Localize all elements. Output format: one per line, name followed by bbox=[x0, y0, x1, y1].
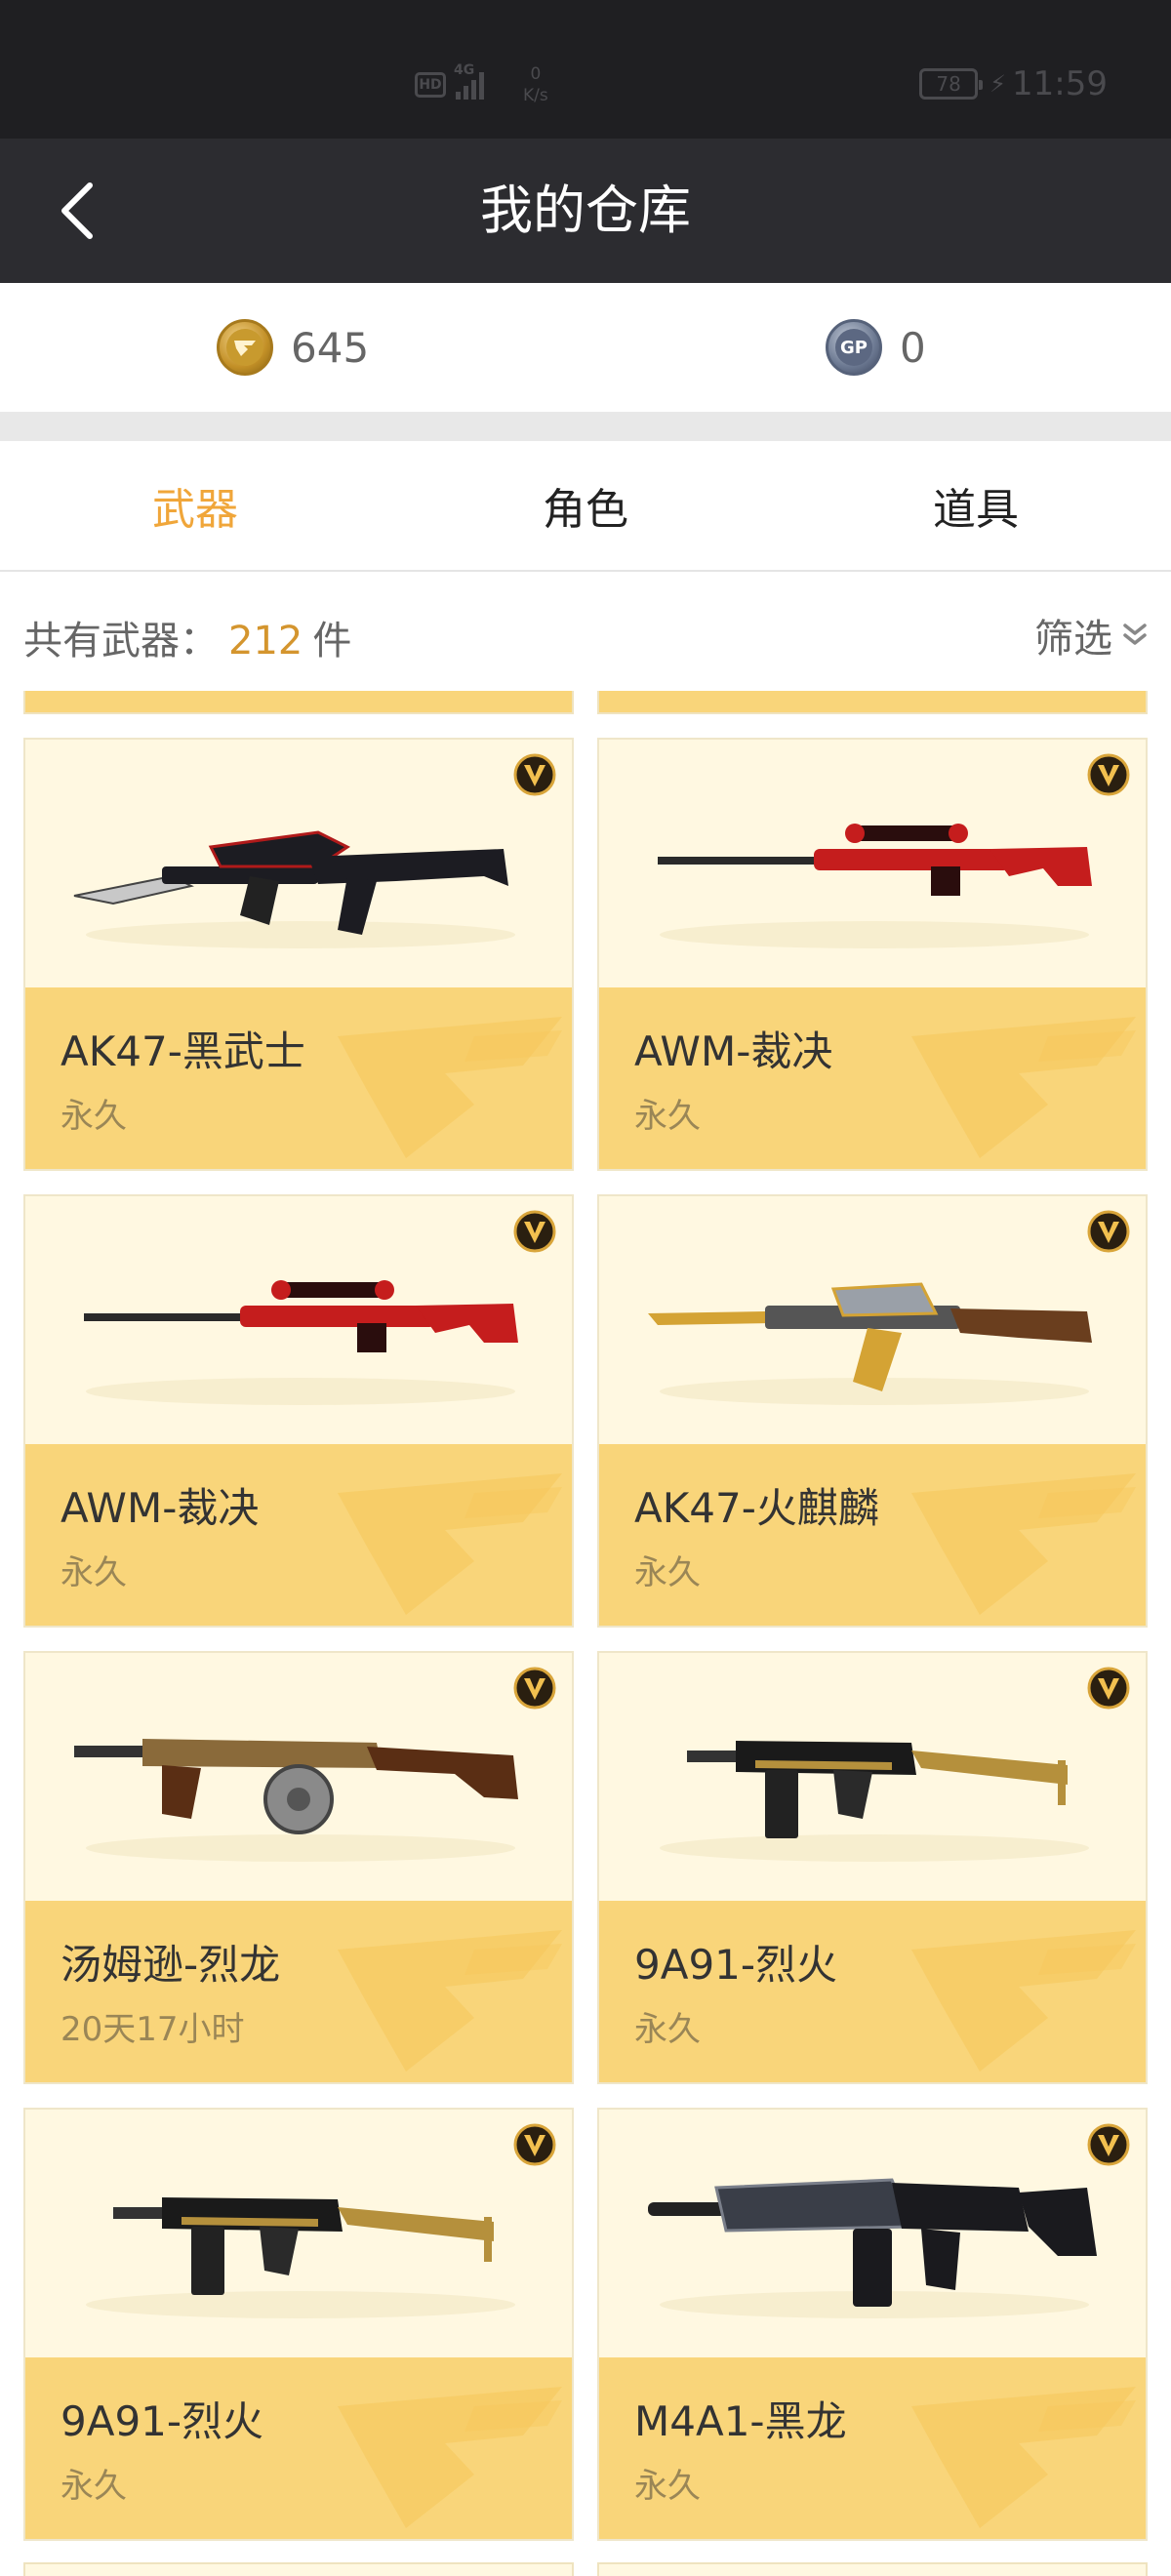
signal-icon: 4G bbox=[454, 62, 484, 100]
network-indicators: HD 4G 0 K/s bbox=[415, 60, 548, 109]
weapon-duration: 20天17小时 bbox=[61, 2010, 245, 2049]
gp-coin-value: 0 bbox=[900, 323, 926, 372]
weapon-image bbox=[84, 1280, 518, 1405]
weapon-duration: 永久 bbox=[61, 1553, 127, 1592]
weapon-card[interactable]: AK47-黑武士 永久 bbox=[23, 738, 574, 1171]
tab-weapons[interactable]: 武器 bbox=[0, 441, 390, 570]
weapon-count-number: 212 bbox=[228, 619, 303, 664]
weapon-info: AWM-裁决 永久 bbox=[25, 1444, 572, 1626]
nav-bar: 我的仓库 bbox=[0, 139, 1171, 283]
section-divider bbox=[0, 412, 1171, 441]
vip-badge-icon bbox=[1087, 1667, 1130, 1710]
weapon-name: AWM-裁决 bbox=[61, 1484, 260, 1532]
cf-watermark-icon bbox=[911, 1017, 1136, 1158]
weapon-card[interactable]: AK47-火麒麟 永久 bbox=[597, 1194, 1148, 1628]
weapon-info: AK47-黑武士 永久 bbox=[25, 987, 572, 1169]
currency-row: 645 GP 0 bbox=[0, 283, 1171, 412]
weapon-image-area bbox=[599, 2110, 1146, 2357]
weapon-image bbox=[648, 2178, 1097, 2318]
summary-row: 共有武器： 212 件 筛选 bbox=[0, 574, 1171, 691]
cf-watermark-icon bbox=[911, 1473, 1136, 1615]
filter-button[interactable]: 筛选 bbox=[1034, 607, 1150, 664]
battery-icon: 78 bbox=[919, 68, 984, 100]
weapon-image-area bbox=[25, 1653, 572, 1901]
weapon-image-area bbox=[25, 1196, 572, 1444]
vip-badge-icon bbox=[513, 1210, 556, 1253]
weapon-info: 汤姆逊-烈龙 20天17小时 bbox=[25, 1901, 572, 2082]
cf-watermark-icon bbox=[338, 1017, 562, 1158]
weapon-info: 9A91-烈火 永久 bbox=[25, 2357, 572, 2539]
vip-badge-icon bbox=[1087, 2123, 1130, 2166]
weapon-image-area bbox=[599, 1196, 1146, 1444]
network-speed: 0 K/s bbox=[523, 64, 548, 105]
vip-badge-icon bbox=[1087, 753, 1130, 796]
gp-coin-icon: GP bbox=[826, 319, 882, 376]
weapon-info: 9A91-烈火 永久 bbox=[599, 1901, 1146, 2082]
cf-coin-icon bbox=[217, 319, 273, 376]
cf-coin-balance: 645 bbox=[217, 314, 369, 381]
weapon-name: AWM-裁决 bbox=[634, 1027, 833, 1075]
weapon-image bbox=[74, 1739, 518, 1862]
weapon-card[interactable]: M4A1-黑龙 永久 bbox=[597, 2108, 1148, 2541]
weapon-card[interactable]: AWM-裁决 永久 bbox=[23, 1194, 574, 1628]
charging-icon: ⚡ bbox=[989, 70, 1007, 98]
weapon-duration: 永久 bbox=[634, 2467, 701, 2506]
weapon-card[interactable]: 汤姆逊-烈龙 20天17小时 bbox=[23, 1651, 574, 2084]
vip-badge-icon bbox=[513, 753, 556, 796]
weapon-image-area bbox=[599, 740, 1146, 987]
gp-coin-balance: GP 0 bbox=[826, 314, 926, 381]
weapon-card[interactable]: 9A91-烈火 永久 bbox=[597, 1651, 1148, 2084]
chevron-left-icon bbox=[61, 182, 93, 239]
weapon-image bbox=[73, 830, 515, 948]
weapon-duration: 永久 bbox=[634, 2010, 701, 2049]
vip-badge-icon bbox=[1087, 1210, 1130, 1253]
weapon-info: AK47-火麒麟 永久 bbox=[599, 1444, 1146, 1626]
weapon-name: 9A91-烈火 bbox=[634, 1941, 838, 1989]
weapon-image bbox=[648, 1282, 1092, 1405]
card-peek bbox=[597, 691, 1148, 714]
double-chevron-down-icon bbox=[1123, 624, 1147, 645]
cf-coin-value: 645 bbox=[291, 323, 370, 372]
weapon-info: M4A1-黑龙 永久 bbox=[599, 2357, 1146, 2539]
card-peek bbox=[23, 691, 574, 714]
weapon-name: AK47-火麒麟 bbox=[634, 1484, 879, 1532]
weapon-image-area bbox=[25, 2110, 572, 2357]
hd-badge: HD bbox=[415, 72, 446, 98]
weapon-duration: 永久 bbox=[61, 2467, 127, 2506]
tab-items[interactable]: 道具 bbox=[781, 441, 1171, 570]
weapon-image-area bbox=[25, 740, 572, 987]
weapon-info: AWM-裁决 永久 bbox=[599, 987, 1146, 1169]
cf-watermark-icon bbox=[911, 1930, 1136, 2072]
page-title: 我的仓库 bbox=[480, 180, 691, 241]
card-peek bbox=[597, 2562, 1148, 2576]
tab-characters[interactable]: 角色 bbox=[390, 441, 781, 570]
weapon-image-area bbox=[599, 1653, 1146, 1901]
clock: 11:59 bbox=[1012, 64, 1108, 103]
weapon-card[interactable]: 9A91-烈火 永久 bbox=[23, 2108, 574, 2541]
weapon-duration: 永久 bbox=[634, 1097, 701, 1136]
category-tabs: 武器 角色 道具 bbox=[0, 441, 1171, 572]
weapon-grid: AK47-黑武士 永久 AWM-裁决 永久 AWM-裁决 永久 AK47-火麒麟… bbox=[0, 691, 1171, 2576]
weapon-card[interactable]: AWM-裁决 永久 bbox=[597, 738, 1148, 1171]
weapon-image bbox=[86, 2197, 515, 2318]
cf-watermark-icon bbox=[338, 1930, 562, 2072]
weapon-image bbox=[658, 824, 1092, 948]
weapon-name: 汤姆逊-烈龙 bbox=[61, 1941, 281, 1989]
weapon-duration: 永久 bbox=[61, 1097, 127, 1136]
weapon-count: 共有武器： 212 件 bbox=[23, 619, 352, 664]
weapon-name: AK47-黑武士 bbox=[61, 1027, 305, 1075]
system-indicators: 78 ⚡ 11:59 bbox=[919, 64, 1108, 103]
weapon-image bbox=[660, 1741, 1089, 1862]
weapon-name: 9A91-烈火 bbox=[61, 2397, 264, 2445]
card-peek bbox=[23, 2562, 574, 2576]
cf-watermark-icon bbox=[338, 2387, 562, 2528]
cf-watermark-icon bbox=[338, 1473, 562, 1615]
cf-watermark-icon bbox=[911, 2387, 1136, 2528]
back-button[interactable] bbox=[39, 174, 113, 248]
weapon-name: M4A1-黑龙 bbox=[634, 2397, 847, 2445]
vip-badge-icon bbox=[513, 1667, 556, 1710]
weapon-duration: 永久 bbox=[634, 1553, 701, 1592]
status-bar: HD 4G 0 K/s 78 ⚡ 11:59 bbox=[0, 0, 1171, 139]
vip-badge-icon bbox=[513, 2123, 556, 2166]
